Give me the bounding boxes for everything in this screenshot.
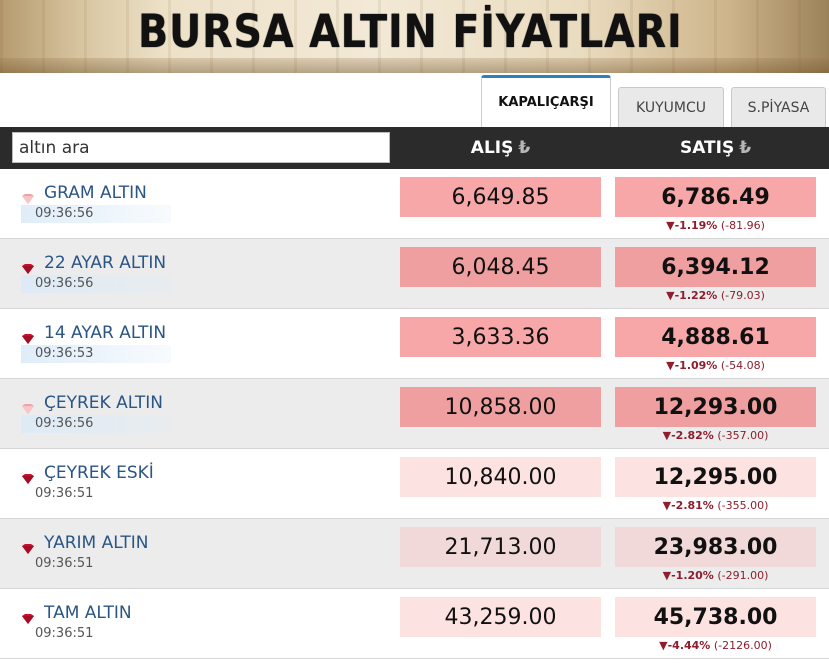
table-row[interactable]: TAM ALTIN 09:36:51 43,259.00 45,738.00 ▼-4.4… — [0, 589, 829, 659]
update-time-box: 09:36:56 — [21, 205, 171, 223]
update-time-box: 09:36:56 — [21, 415, 171, 433]
tab-s-piyasa[interactable]: S.PİYASA — [731, 87, 826, 127]
change-percent: -1.09% — [674, 359, 718, 372]
diamond-down-icon — [22, 609, 34, 624]
table-row[interactable]: 14 AYAR ALTIN 09:36:53 3,633.36 4,888.61 ▼-1… — [0, 309, 829, 379]
alis-price: 10,858.00 — [400, 387, 601, 427]
gold-name[interactable]: YARIM ALTIN — [44, 533, 148, 553]
change-amount: (-291.00) — [717, 569, 769, 582]
price-change: ▼-4.44% (-2126.00) — [615, 639, 816, 652]
down-arrow-icon: ▼ — [662, 429, 672, 442]
change-amount: (-54.08) — [720, 359, 765, 372]
diamond-down-icon — [22, 539, 34, 554]
change-amount: (-357.00) — [717, 429, 769, 442]
down-arrow-icon: ▼ — [666, 289, 675, 302]
table-row[interactable]: 22 AYAR ALTIN 09:36:56 6,048.45 6,394.12 ▼-1… — [0, 239, 829, 309]
update-time: 09:36:53 — [35, 346, 94, 361]
table-row[interactable]: GRAM ALTIN 09:36:56 6,649.85 6,786.49 ▼-1.19… — [0, 169, 829, 239]
table-header: ALIŞ₺ SATIŞ₺ — [0, 127, 829, 169]
change-amount: (-2126.00) — [713, 639, 772, 652]
down-arrow-icon: ▼ — [659, 639, 668, 652]
update-time-box: 09:36:51 — [21, 485, 171, 503]
column-label-satis: SATIŞ — [679, 138, 735, 158]
satis-price: 12,293.00 — [615, 387, 816, 427]
alis-price: 6,649.85 — [400, 177, 601, 217]
price-change: ▼-2.81% (-355.00) — [615, 499, 816, 512]
update-time: 09:36:56 — [35, 206, 94, 221]
satis-price: 4,888.61 — [615, 317, 816, 357]
diamond-down-icon — [22, 329, 34, 344]
table-row[interactable]: YARIM ALTIN 09:36:51 21,713.00 23,983.00 ▼-1… — [0, 519, 829, 589]
price-list: GRAM ALTIN 09:36:56 6,649.85 6,786.49 ▼-1.19… — [0, 169, 829, 666]
gold-name[interactable]: GRAM ALTIN — [44, 183, 147, 203]
lira-icon: ₺ — [739, 138, 752, 158]
update-time: 09:36:56 — [35, 416, 94, 431]
diamond-faded-icon — [22, 189, 34, 204]
change-amount: (-355.00) — [717, 499, 769, 512]
header-banner: BURSA ALTIN FİYATLARI — [0, 0, 829, 73]
gold-name[interactable]: 14 AYAR ALTIN — [44, 323, 166, 343]
diamond-down-icon — [22, 469, 34, 484]
update-time: 09:36:51 — [35, 626, 94, 641]
satis-price: 23,983.00 — [615, 527, 816, 567]
price-change: ▼-2.82% (-357.00) — [615, 429, 816, 442]
change-amount: (-79.03) — [720, 289, 765, 302]
market-tabs: KAPALIÇARŞI KUYUMCU S.PİYASA — [0, 73, 829, 127]
change-amount: (-81.96) — [720, 219, 765, 232]
change-percent: -4.44% — [667, 639, 711, 652]
change-percent: -1.19% — [674, 219, 718, 232]
table-row[interactable]: ÇEYREK ALTIN 09:36:56 10,858.00 12,293.00 ▼-… — [0, 379, 829, 449]
alis-price: 21,713.00 — [400, 527, 601, 567]
alis-price: 43,259.00 — [400, 597, 601, 637]
diamond-faded-icon — [22, 399, 34, 414]
price-change: ▼-1.09% (-54.08) — [615, 359, 816, 372]
change-percent: -1.20% — [671, 569, 714, 582]
table-row[interactable]: ÇEYREK ESKİ 09:36:51 10,840.00 12,295.00 ▼-2… — [0, 449, 829, 519]
tab-kapalicarsi[interactable]: KAPALIÇARŞI — [481, 75, 611, 127]
satis-price: 12,295.00 — [615, 457, 816, 497]
satis-price: 45,738.00 — [615, 597, 816, 637]
change-percent: -2.82% — [671, 429, 714, 442]
search-input[interactable] — [12, 132, 390, 163]
alis-price: 3,633.36 — [400, 317, 601, 357]
update-time-box: 09:36:56 — [21, 275, 171, 293]
down-arrow-icon: ▼ — [662, 499, 672, 512]
lira-icon: ₺ — [518, 138, 531, 158]
down-arrow-icon: ▼ — [666, 219, 675, 232]
page-title: BURSA ALTIN FİYATLARI — [138, 5, 683, 58]
update-time-box: 09:36:51 — [21, 625, 171, 643]
diamond-down-icon — [22, 259, 34, 274]
price-change: ▼-1.22% (-79.03) — [615, 289, 816, 302]
change-percent: -2.81% — [671, 499, 714, 512]
down-arrow-icon: ▼ — [666, 359, 675, 372]
satis-price: 6,786.49 — [615, 177, 816, 217]
gold-name[interactable]: 22 AYAR ALTIN — [44, 253, 166, 273]
satis-price: 6,394.12 — [615, 247, 816, 287]
alis-price: 10,840.00 — [400, 457, 601, 497]
gold-name[interactable]: ÇEYREK ALTIN — [44, 393, 163, 413]
price-change: ▼-1.20% (-291.00) — [615, 569, 816, 582]
gold-name[interactable]: ÇEYREK ESKİ — [44, 463, 154, 483]
update-time: 09:36:56 — [35, 276, 94, 291]
down-arrow-icon: ▼ — [662, 569, 672, 582]
update-time: 09:36:51 — [35, 556, 94, 571]
column-header-satis: SATIŞ ₺ — [615, 127, 816, 169]
update-time: 09:36:51 — [35, 486, 94, 501]
column-header-alis: ALIŞ ₺ — [400, 127, 601, 169]
update-time-box: 09:36:53 — [21, 345, 171, 363]
column-label-alis: ALIŞ — [470, 138, 514, 158]
tab-kuyumcu[interactable]: KUYUMCU — [618, 87, 724, 127]
price-change: ▼-1.19% (-81.96) — [615, 219, 816, 232]
gold-name[interactable]: TAM ALTIN — [44, 603, 132, 623]
update-time-box: 09:36:51 — [21, 555, 171, 573]
change-percent: -1.22% — [674, 289, 718, 302]
alis-price: 6,048.45 — [400, 247, 601, 287]
